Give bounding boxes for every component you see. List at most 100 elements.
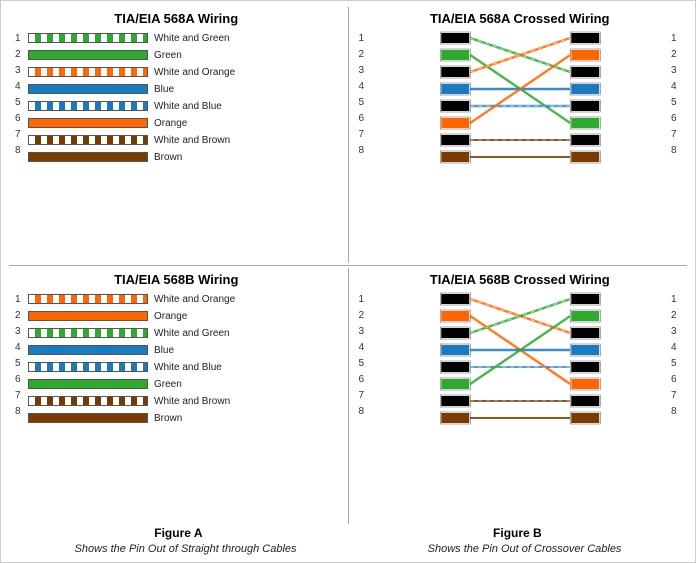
568b-wire-2-label: Orange xyxy=(154,311,187,322)
wire-7-label: White and Brown xyxy=(154,135,230,146)
568b-wire-row-5: White and Blue xyxy=(28,359,338,375)
wire-2-visual xyxy=(28,50,148,60)
568a-crossed-right-pins: 1 2 3 4 5 6 7 8 xyxy=(671,30,681,158)
568a-straight-wiring: 1 2 3 4 5 6 7 8 White and Green xyxy=(15,30,338,166)
top-row: TIA/EIA 568A Wiring 1 2 3 4 5 6 7 8 Whit… xyxy=(9,7,687,263)
568a-crossed-left-pins: 1 2 3 4 5 6 7 8 xyxy=(359,30,369,158)
568b-wires: White and Orange Orange White and Green … xyxy=(28,291,338,427)
pin-4: 4 xyxy=(15,78,25,94)
horizontal-divider xyxy=(9,265,687,266)
568a-left-pins: 1 2 3 4 5 6 7 8 xyxy=(15,30,25,158)
pin-6: 6 xyxy=(15,110,25,126)
cp-l-3: 3 xyxy=(359,62,369,78)
cp-l-4: 4 xyxy=(359,78,369,94)
vertical-divider-top xyxy=(348,7,349,263)
wire-6-label: Orange xyxy=(154,118,187,129)
568b-wire-row-8: Brown xyxy=(28,410,338,426)
568a-crossed-panel: TIA/EIA 568A Crossed Wiring 1 2 3 4 5 6 … xyxy=(353,7,688,263)
568b-wire-row-1: White and Orange xyxy=(28,291,338,307)
wire-5-label: White and Blue xyxy=(154,101,222,112)
568b-wire-7-visual xyxy=(28,396,148,406)
568b-crossed-svg xyxy=(372,291,669,426)
cp-r-5: 5 xyxy=(671,94,681,110)
wire-3-visual xyxy=(28,67,148,77)
cp-l-6: 6 xyxy=(359,110,369,126)
568b-wire-row-3: White and Green xyxy=(28,325,338,341)
568b-crossed-svg-area xyxy=(372,291,669,426)
568b-left-pins: 1 2 3 4 5 6 7 8 xyxy=(15,291,25,419)
cp-r-8: 8 xyxy=(671,142,681,158)
568b-crossed-left-pins: 1 2 3 4 5 6 7 8 xyxy=(359,291,369,419)
568a-crossed-svg-area xyxy=(372,30,669,165)
wire-2-label: Green xyxy=(154,50,182,61)
caption-b: Shows the Pin Out of Crossover Cables xyxy=(428,543,622,555)
568a-straight-title: TIA/EIA 568A Wiring xyxy=(15,11,338,26)
wire-4-visual xyxy=(28,84,148,94)
568b-wire-5-label: White and Blue xyxy=(154,362,222,373)
568b-wire-row-6: Green xyxy=(28,376,338,392)
wire-row-4: Blue xyxy=(28,81,338,97)
568b-wire-4-label: Blue xyxy=(154,345,174,356)
568b-straight-panel: TIA/EIA 568B Wiring 1 2 3 4 5 6 7 8 Whit… xyxy=(9,268,344,524)
568a-wires: White and Green Green White and Orange B… xyxy=(28,30,338,166)
wire-1-visual xyxy=(28,33,148,43)
568a-crossed-svg xyxy=(372,30,669,165)
captions-row: Shows the Pin Out of Straight through Ca… xyxy=(9,542,687,556)
568b-wire-4-visual xyxy=(28,345,148,355)
568b-crossed-right-pins: 1 2 3 4 5 6 7 8 xyxy=(671,291,681,419)
568a-crossed-title: TIA/EIA 568A Crossed Wiring xyxy=(359,11,682,26)
pin-2: 2 xyxy=(15,46,25,62)
568b-wire-8-visual xyxy=(28,413,148,423)
568b-wire-1-visual xyxy=(28,294,148,304)
pin-1: 1 xyxy=(15,30,25,46)
pin-8: 8 xyxy=(15,142,25,158)
cp-r-2: 2 xyxy=(671,46,681,62)
wire-1-label: White and Green xyxy=(154,33,230,44)
wire-4-label: Blue xyxy=(154,84,174,95)
cp-l-5: 5 xyxy=(359,94,369,110)
cp-l-8: 8 xyxy=(359,142,369,158)
wire-row-8: Brown xyxy=(28,149,338,165)
wire-7-visual xyxy=(28,135,148,145)
caption-a: Shows the Pin Out of Straight through Ca… xyxy=(75,543,297,555)
cp-l-2: 2 xyxy=(359,46,369,62)
568b-straight-title: TIA/EIA 568B Wiring xyxy=(15,272,338,287)
568b-wire-row-2: Orange xyxy=(28,308,338,324)
wire-3-label: White and Orange xyxy=(154,67,235,78)
bottom-row: TIA/EIA 568B Wiring 1 2 3 4 5 6 7 8 Whit… xyxy=(9,268,687,524)
cp-r-7: 7 xyxy=(671,126,681,142)
568b-wire-row-4: Blue xyxy=(28,342,338,358)
cp-l-7: 7 xyxy=(359,126,369,142)
568b-crossed-title: TIA/EIA 568B Crossed Wiring xyxy=(359,272,682,287)
wire-6-visual xyxy=(28,118,148,128)
568b-wire-2-visual xyxy=(28,311,148,321)
568a-straight-panel: TIA/EIA 568A Wiring 1 2 3 4 5 6 7 8 Whit… xyxy=(9,7,344,263)
568b-straight-wiring: 1 2 3 4 5 6 7 8 White and Orange xyxy=(15,291,338,427)
figure-b-label: Figure B xyxy=(493,526,542,540)
wire-row-7: White and Brown xyxy=(28,132,338,148)
figure-a-label: Figure A xyxy=(154,526,202,540)
568b-wire-1-label: White and Orange xyxy=(154,294,235,305)
568b-wire-3-visual xyxy=(28,328,148,338)
568b-wire-row-7: White and Brown xyxy=(28,393,338,409)
568b-wire-3-label: White and Green xyxy=(154,328,230,339)
wire-row-5: White and Blue xyxy=(28,98,338,114)
cp-r-4: 4 xyxy=(671,78,681,94)
wire-8-visual xyxy=(28,152,148,162)
main-container: TIA/EIA 568A Wiring 1 2 3 4 5 6 7 8 Whit… xyxy=(0,0,696,563)
wire-row-1: White and Green xyxy=(28,30,338,46)
wire-row-6: Orange xyxy=(28,115,338,131)
pin-7: 7 xyxy=(15,126,25,142)
wire-8-label: Brown xyxy=(154,152,182,163)
wire-row-2: Green xyxy=(28,47,338,63)
568b-wire-5-visual xyxy=(28,362,148,372)
cp-r-6: 6 xyxy=(671,110,681,126)
cp-l-1: 1 xyxy=(359,30,369,46)
vertical-divider-bottom xyxy=(348,268,349,524)
568b-wire-7-label: White and Brown xyxy=(154,396,230,407)
568b-wire-6-visual xyxy=(28,379,148,389)
pin-5: 5 xyxy=(15,94,25,110)
cp-r-3: 3 xyxy=(671,62,681,78)
wire-row-3: White and Orange xyxy=(28,64,338,80)
figures-row: Figure A Figure B xyxy=(9,524,687,542)
